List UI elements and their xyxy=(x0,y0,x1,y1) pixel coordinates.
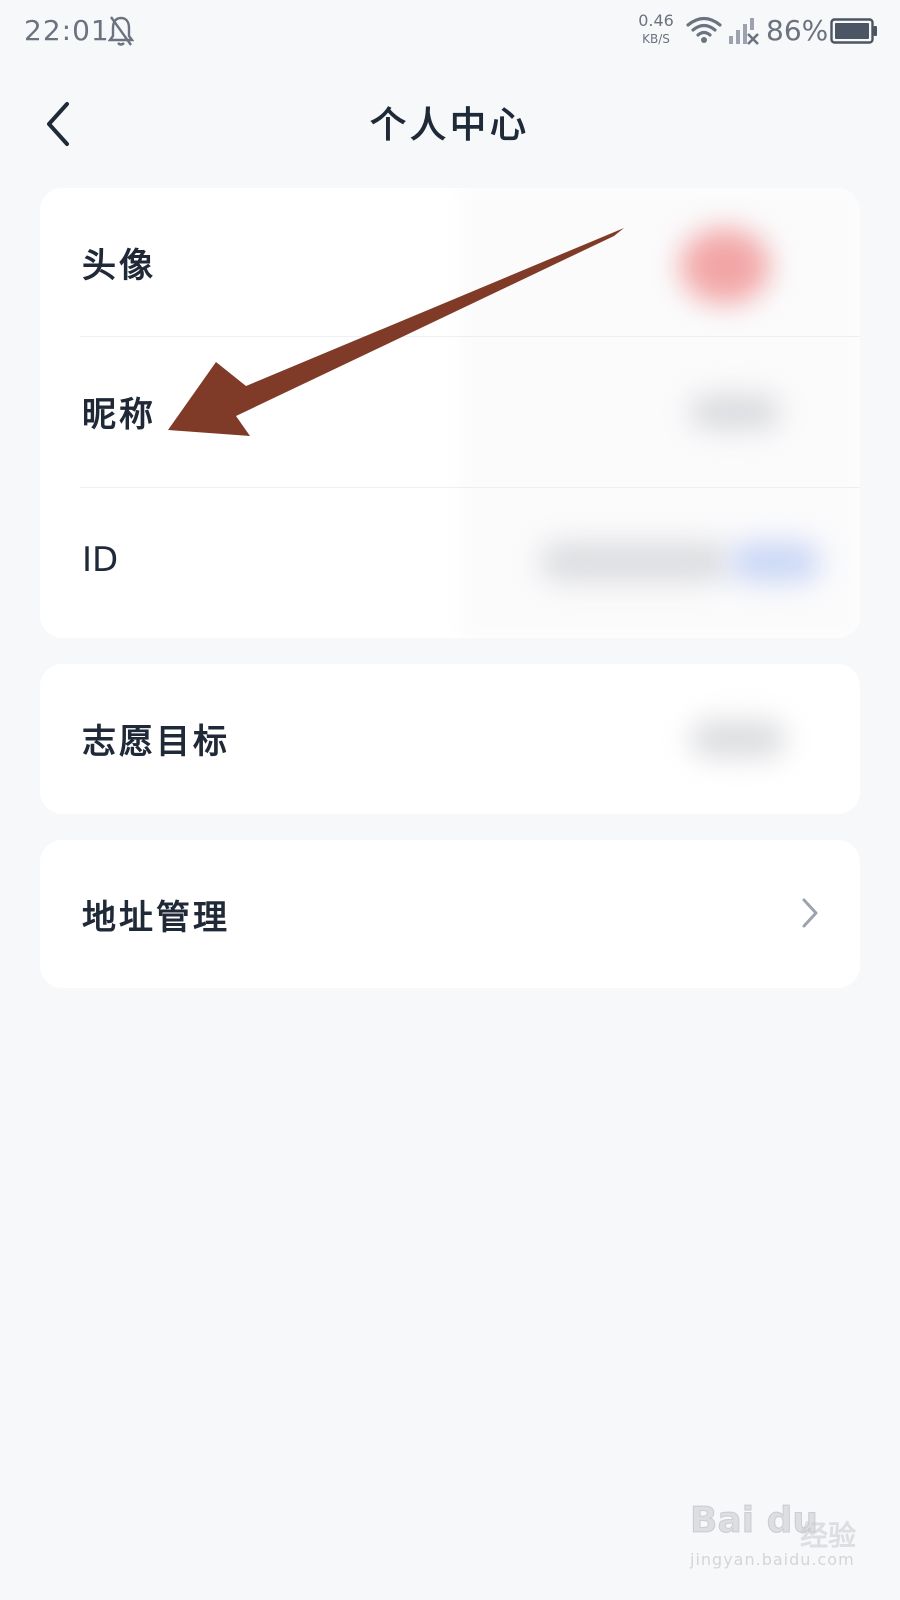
avatar-row[interactable]: 头像 xyxy=(40,188,860,336)
goal-card[interactable]: 志愿目标 xyxy=(40,664,860,814)
copy-id-tag[interactable] xyxy=(730,542,820,582)
address-label: 地址管理 xyxy=(82,898,230,938)
watermark-brand: Bai du xyxy=(689,1500,819,1542)
watermark: Bai du 经验 jingyan.baidu.com xyxy=(689,1500,870,1580)
header: 个人中心 xyxy=(0,80,900,170)
bell-off-icon xyxy=(108,16,134,46)
nickname-label: 昵称 xyxy=(82,395,156,435)
back-button[interactable] xyxy=(30,96,86,152)
goal-value xyxy=(690,720,786,758)
page-title: 个人中心 xyxy=(369,104,530,146)
status-bar: 22:01 0.46 KB/S 86% xyxy=(0,0,900,66)
id-value xyxy=(540,542,730,582)
watermark-url: jingyan.baidu.com xyxy=(690,1550,855,1569)
wifi-icon xyxy=(686,16,722,43)
status-time: 22:01 xyxy=(24,14,110,47)
chevron-right-icon xyxy=(802,898,818,928)
profile-card: 头像 昵称 ID xyxy=(40,188,860,638)
goal-label: 志愿目标 xyxy=(82,722,230,762)
id-label: ID xyxy=(82,540,119,580)
network-speed-unit: KB/S xyxy=(642,32,670,46)
network-speed-value: 0.46 xyxy=(638,11,674,30)
battery-icon xyxy=(830,18,877,44)
address-card[interactable]: 地址管理 xyxy=(40,840,860,988)
nickname-row[interactable]: 昵称 xyxy=(40,337,860,487)
avatar-label: 头像 xyxy=(82,246,156,286)
avatar xyxy=(680,228,770,304)
id-row[interactable]: ID xyxy=(40,488,860,638)
nickname-value xyxy=(690,395,780,429)
battery-percent: 86% xyxy=(766,14,829,47)
signal-icon xyxy=(729,18,759,45)
back-icon xyxy=(47,102,69,146)
network-speed: 0.46 KB/S xyxy=(634,12,678,48)
watermark-suffix: 经验 xyxy=(800,1519,857,1552)
